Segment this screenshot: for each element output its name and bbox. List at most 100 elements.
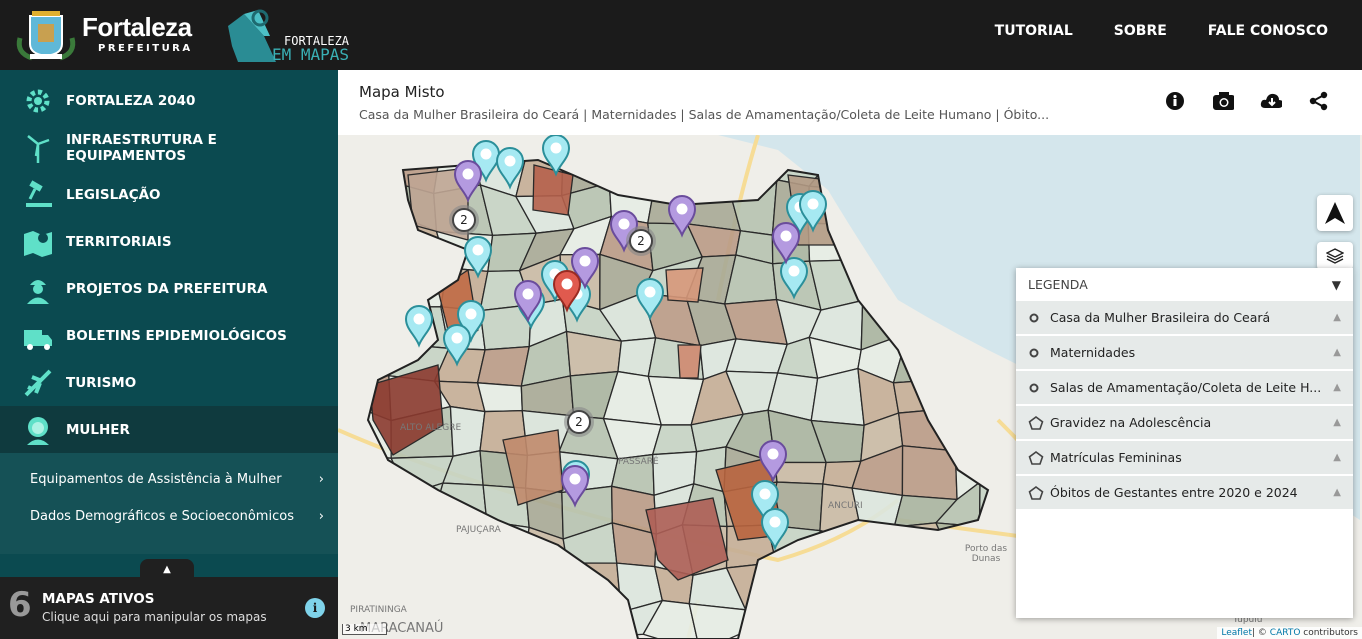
neighborhood-polygon[interactable] bbox=[853, 566, 907, 613]
neighborhood-polygon[interactable] bbox=[816, 571, 856, 613]
neighborhood-polygon[interactable] bbox=[476, 382, 523, 413]
sidebar-item-turismo[interactable]: TURISMO bbox=[0, 359, 338, 406]
legend-item[interactable]: Maternidades ▲ bbox=[1016, 336, 1353, 369]
attribution-text: contributors bbox=[1300, 628, 1358, 638]
neighborhood-polygon[interactable] bbox=[677, 344, 702, 379]
camera-icon[interactable] bbox=[1212, 90, 1234, 112]
neighborhood-polygon[interactable] bbox=[519, 596, 576, 639]
info-icon[interactable] bbox=[1164, 90, 1186, 112]
caret-up-icon[interactable]: ▲ bbox=[1333, 382, 1341, 393]
neighborhood-polygon[interactable] bbox=[521, 562, 576, 611]
top-header: Fortaleza PREFEITURA FORTALEZA EM MAPAS … bbox=[0, 0, 1362, 70]
caret-up-icon[interactable]: ▲ bbox=[1333, 347, 1341, 358]
neighborhood-polygon[interactable] bbox=[940, 369, 998, 420]
sidebar-item-legislacao[interactable]: LEGISLAÇÃO bbox=[0, 171, 338, 218]
sidebar-item-fortaleza[interactable]: FORTALEZA 2040 bbox=[0, 77, 338, 124]
submenu-equipamentos[interactable]: Equipamentos de Assistência à Mulher › bbox=[0, 461, 338, 498]
neighborhood-polygon[interactable] bbox=[853, 526, 896, 574]
prefeitura-brand[interactable]: Fortaleza PREFEITURA bbox=[82, 12, 193, 54]
info-icon[interactable]: i bbox=[305, 598, 325, 618]
neighborhood-polygon[interactable] bbox=[651, 143, 701, 192]
caret-up-icon: ▲ bbox=[163, 563, 171, 575]
sidebar-item-infraestrutura[interactable]: INFRAESTRUTURA E EQUIPAMENTOS bbox=[0, 124, 338, 171]
sidebar-item-territoriais[interactable]: TERRITORIAIS bbox=[0, 218, 338, 265]
neighborhood-polygon[interactable] bbox=[439, 567, 495, 613]
sidebar-item-boletins[interactable]: BOLETINS EPIDEMIOLÓGICOS bbox=[0, 312, 338, 359]
legend-item[interactable]: Óbitos de Gestantes entre 2020 e 2024 ▲ bbox=[1016, 476, 1353, 509]
legend-panel: LEGENDA ▼ Casa da Mulher Brasileira do Ce… bbox=[1016, 268, 1353, 618]
neighborhood-polygon[interactable] bbox=[348, 534, 403, 576]
legend-header[interactable]: LEGENDA ▼ bbox=[1016, 268, 1353, 301]
legend-item-label: Óbitos de Gestantes entre 2020 e 2024 bbox=[1050, 485, 1298, 500]
neighborhood-polygon[interactable] bbox=[471, 609, 526, 639]
cyan-map-marker[interactable] bbox=[404, 305, 434, 348]
caret-up-icon[interactable]: ▲ bbox=[1333, 452, 1341, 463]
cluster-count: 2 bbox=[637, 234, 645, 248]
active-maps-panel[interactable] bbox=[0, 577, 338, 639]
marker-cluster[interactable]: 2 bbox=[564, 407, 594, 437]
pentagon-icon bbox=[1028, 415, 1044, 430]
neighborhood-polygon[interactable] bbox=[387, 567, 442, 608]
caret-up-icon[interactable]: ▲ bbox=[1333, 417, 1341, 428]
neighborhood-polygon[interactable] bbox=[851, 487, 904, 540]
neighborhood-polygon[interactable] bbox=[608, 142, 656, 187]
cloud-download-icon[interactable] bbox=[1260, 90, 1282, 112]
neighborhood-polygon[interactable] bbox=[394, 525, 442, 576]
marker-cluster[interactable]: 2 bbox=[626, 226, 656, 256]
neighborhood-polygon[interactable] bbox=[471, 570, 525, 613]
neighborhood-polygon[interactable] bbox=[849, 607, 907, 639]
place-label: PAJUÇARA bbox=[456, 525, 501, 535]
neighborhood-polygon[interactable] bbox=[941, 558, 987, 610]
neighborhood-polygon[interactable] bbox=[570, 596, 622, 639]
neighborhood-polygon[interactable] bbox=[765, 603, 818, 639]
neighborhood-polygon[interactable] bbox=[400, 482, 444, 540]
nav-fale-conosco[interactable]: FALE CONOSCO bbox=[1208, 23, 1328, 39]
neighborhood-polygon[interactable] bbox=[688, 602, 747, 639]
legend-item[interactable]: Casa da Mulher Brasileira do Ceará ▲ bbox=[1016, 301, 1353, 334]
marker-cluster[interactable]: 2 bbox=[449, 205, 479, 235]
neighborhood-polygon[interactable] bbox=[941, 604, 983, 639]
sidebar-item-projetos[interactable]: PROJETOS DA PREFEITURA bbox=[0, 265, 338, 312]
nav-tutorial[interactable]: TUTORIAL bbox=[995, 23, 1073, 39]
neighborhood-polygon[interactable] bbox=[775, 561, 828, 613]
neighborhood-polygon[interactable] bbox=[352, 181, 407, 222]
carto-link[interactable]: CARTO bbox=[1270, 628, 1301, 638]
legend-item[interactable]: Gravidez na Adolescência ▲ bbox=[1016, 406, 1353, 439]
neighborhood-polygon[interactable] bbox=[357, 145, 402, 186]
nav-sobre[interactable]: SOBRE bbox=[1114, 23, 1167, 39]
legend-item[interactable]: Matrículas Femininas ▲ bbox=[1016, 441, 1353, 474]
caret-up-icon[interactable]: ▲ bbox=[1333, 487, 1341, 498]
neighborhood-polygon[interactable] bbox=[940, 408, 998, 452]
share-icon[interactable] bbox=[1308, 90, 1330, 112]
woman-icon bbox=[22, 414, 54, 446]
neighborhood-polygon[interactable] bbox=[665, 267, 704, 303]
layers-button[interactable] bbox=[1317, 242, 1353, 270]
neighborhood-polygon[interactable] bbox=[725, 338, 789, 374]
neighborhood-polygon[interactable] bbox=[893, 558, 953, 610]
expand-active-maps-tab[interactable]: ▲ bbox=[140, 559, 194, 579]
active-maps-count: 6 bbox=[8, 585, 32, 625]
neighborhood-polygon[interactable] bbox=[348, 565, 397, 607]
leaflet-link[interactable]: Leaflet bbox=[1221, 628, 1252, 638]
brand-sub: PREFEITURA bbox=[98, 43, 193, 54]
neighborhood-polygon[interactable] bbox=[697, 143, 739, 192]
neighborhood-polygon[interactable] bbox=[357, 299, 401, 345]
neighborhood-polygon[interactable] bbox=[476, 345, 531, 387]
neighborhood-polygon[interactable] bbox=[738, 603, 789, 639]
neighborhood-polygon[interactable] bbox=[354, 493, 409, 539]
active-maps-title: MAPAS ATIVOS bbox=[42, 591, 155, 607]
fortaleza-coat-of-arms-logo[interactable] bbox=[14, 8, 78, 62]
layers-icon bbox=[1326, 248, 1344, 264]
neighborhood-polygon[interactable] bbox=[892, 378, 946, 414]
neighborhood-polygon[interactable] bbox=[357, 256, 390, 308]
north-arrow-button[interactable] bbox=[1317, 195, 1353, 231]
neighborhood-polygon[interactable] bbox=[814, 611, 855, 639]
sidebar-item-mulher[interactable]: MULHER bbox=[0, 406, 338, 453]
neighborhood-polygon[interactable] bbox=[439, 606, 479, 639]
neighborhood-polygon[interactable] bbox=[352, 217, 407, 260]
neighborhood-polygon[interactable] bbox=[896, 607, 950, 639]
legend-item[interactable]: Salas de Amamentação/Coleta de Leite H..… bbox=[1016, 371, 1353, 404]
neighborhood-polygon[interactable] bbox=[387, 256, 448, 308]
caret-up-icon[interactable]: ▲ bbox=[1333, 312, 1341, 323]
submenu-dados-demograficos[interactable]: Dados Demográficos e Socioeconômicos › bbox=[0, 498, 338, 535]
